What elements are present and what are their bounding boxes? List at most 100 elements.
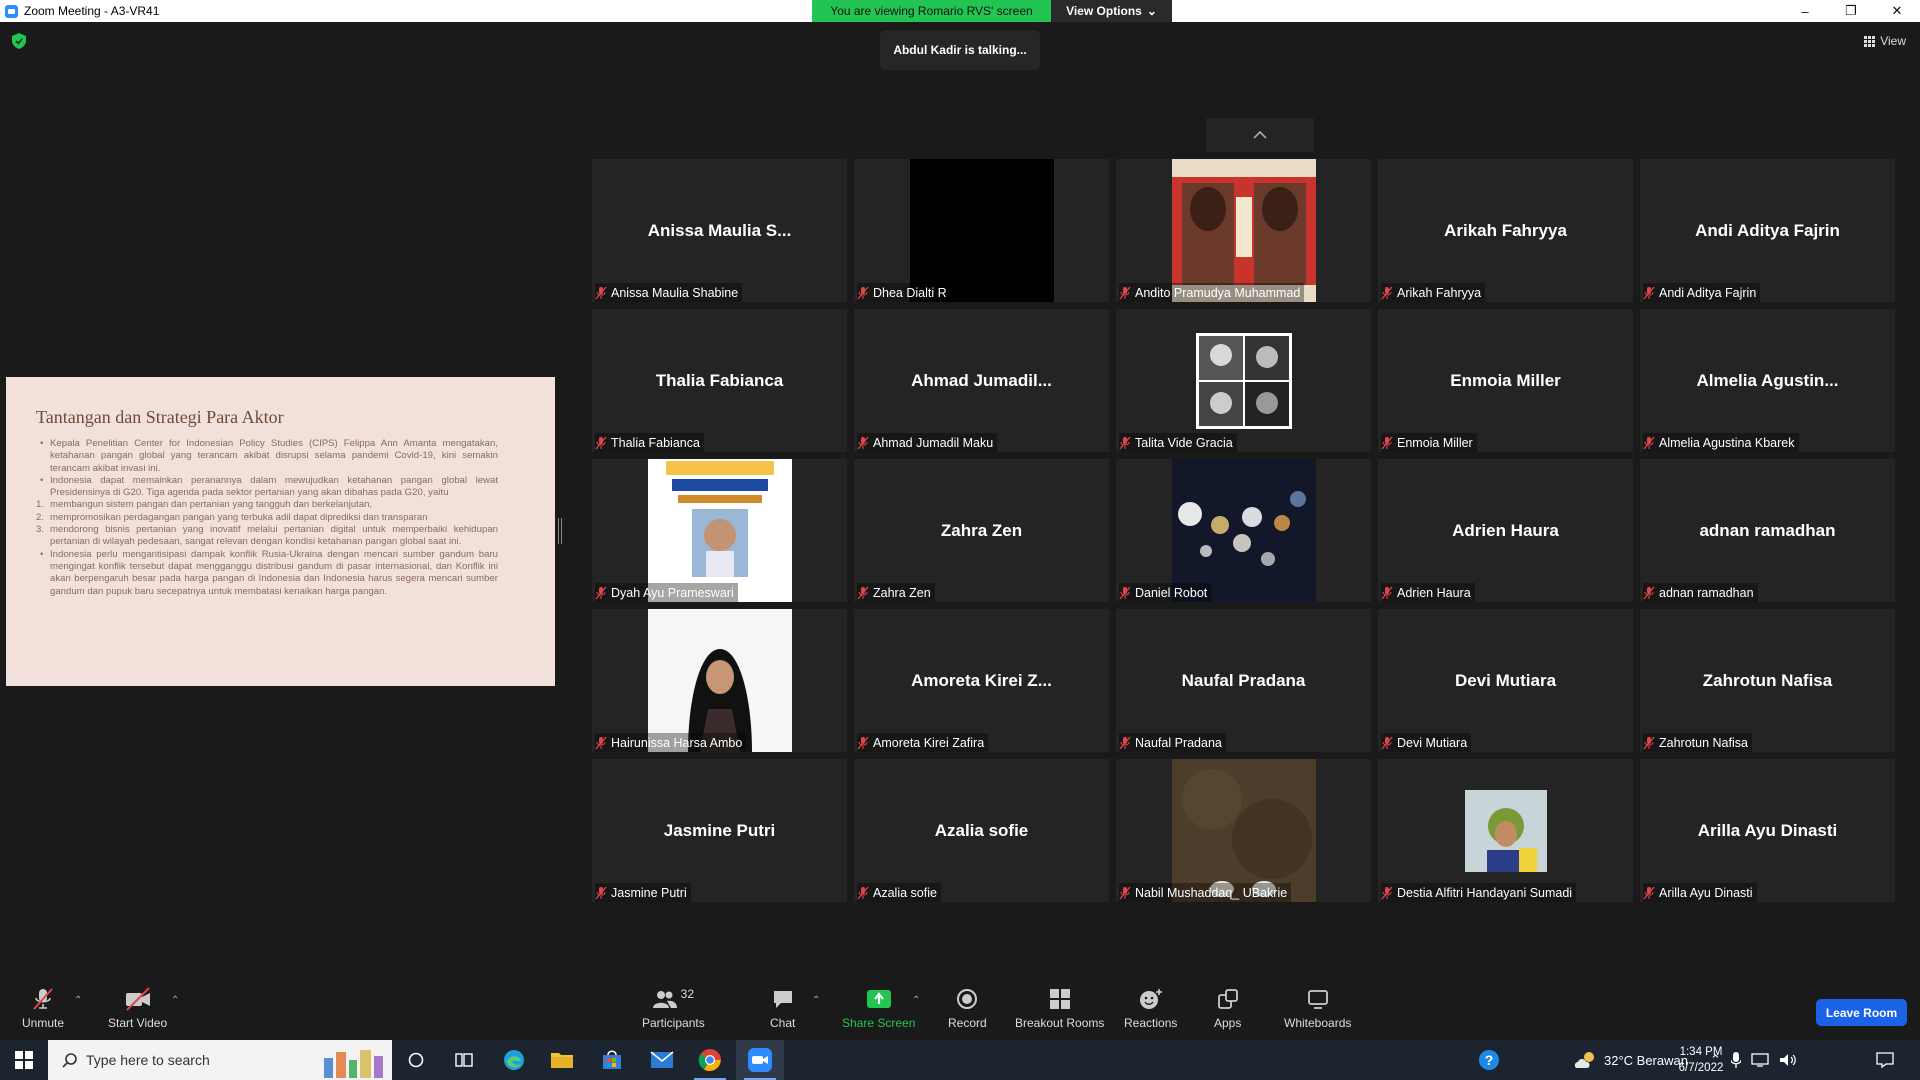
participant-video: [1171, 759, 1316, 902]
participant-name: Naufal Pradana: [1135, 735, 1222, 750]
reactions-button[interactable]: Reactions: [1124, 987, 1177, 1030]
whiteboards-button[interactable]: Whiteboards: [1284, 987, 1351, 1030]
split-divider-handle[interactable]: [558, 518, 562, 544]
chrome-taskbar-button[interactable]: [686, 1040, 734, 1080]
participant-tile[interactable]: Enmoia Miller Enmoia Miller: [1378, 309, 1633, 452]
close-button[interactable]: ✕: [1874, 0, 1920, 22]
unmute-button[interactable]: Unmute: [22, 987, 64, 1030]
task-view-button[interactable]: [440, 1040, 488, 1080]
windows-taskbar: Type here to search ? 32°C Berawan ⌃ 1:3…: [0, 1040, 1920, 1080]
participant-tile[interactable]: Arikah Fahryya Arikah Fahryya: [1378, 159, 1633, 302]
participant-tile[interactable]: Andito Pramudya Muhammad: [1116, 159, 1371, 302]
participant-tile[interactable]: Zahra Zen Zahra Zen: [854, 459, 1109, 602]
participant-display-name: Jasmine Putri: [663, 820, 776, 840]
network-icon[interactable]: [1751, 1053, 1769, 1067]
minimize-button[interactable]: –: [1782, 0, 1828, 22]
video-options-caret[interactable]: ⌃: [171, 995, 179, 1006]
collapse-gallery-button[interactable]: [1206, 118, 1314, 152]
participant-tile[interactable]: adnan ramadhan adnan ramadhan: [1640, 459, 1895, 602]
participant-tile[interactable]: Andi Aditya Fajrin Andi Aditya Fajrin: [1640, 159, 1895, 302]
participant-tile[interactable]: Jasmine Putri Jasmine Putri: [592, 759, 847, 902]
participant-tile[interactable]: Adrien Haura Adrien Haura: [1378, 459, 1633, 602]
leave-room-button[interactable]: Leave Room: [1816, 999, 1907, 1026]
participant-tile[interactable]: Hairunissa Harsa Ambo: [592, 609, 847, 752]
participant-tile[interactable]: Azalia sofie Azalia sofie: [854, 759, 1109, 902]
participant-tile[interactable]: Devi Mutiara Devi Mutiara: [1378, 609, 1633, 752]
start-video-label: Start Video: [108, 1016, 168, 1030]
participant-name: Andito Pramudya Muhammad: [1135, 285, 1301, 300]
item-number: 3.: [36, 524, 45, 536]
participant-tile[interactable]: Dyah Ayu Prameswari: [592, 459, 847, 602]
participant-name-label: Hairunissa Harsa Ambo: [595, 733, 747, 752]
restore-button[interactable]: ❐: [1828, 0, 1874, 22]
participant-display-name: Andi Aditya Fajrin: [1695, 220, 1840, 240]
store-icon: [603, 1050, 621, 1069]
notifications-button[interactable]: [1876, 1040, 1894, 1080]
active-speaker-indicator: Abdul Kadir is talking...: [880, 30, 1040, 70]
participant-tile[interactable]: Ahmad Jumadil... Ahmad Jumadil Maku: [854, 309, 1109, 452]
participant-name: Thalia Fabianca: [611, 435, 700, 450]
mic-muted-icon: [857, 586, 869, 599]
participant-tile[interactable]: Arilla Ayu Dinasti Arilla Ayu Dinasti: [1640, 759, 1895, 902]
chat-options-caret[interactable]: ⌃: [812, 995, 820, 1006]
participant-tile[interactable]: Zahrotun Nafisa Zahrotun Nafisa: [1640, 609, 1895, 752]
participant-tile[interactable]: Destia Alfitri Handayani Sumadi: [1378, 759, 1633, 902]
participant-tile[interactable]: Anissa Maulia S... Anissa Maulia Shabine: [592, 159, 847, 302]
share-screen-label: Share Screen: [842, 1016, 916, 1030]
record-button[interactable]: Record: [948, 987, 987, 1030]
shared-screen: Tantangan dan Strategi Para Aktor Kepala…: [6, 377, 555, 686]
participant-name-label: Enmoia Miller: [1381, 433, 1477, 452]
file-explorer-taskbar-button[interactable]: [538, 1040, 586, 1080]
share-options-caret[interactable]: ⌃: [912, 995, 920, 1006]
participant-tile[interactable]: Naufal Pradana Naufal Pradana: [1116, 609, 1371, 752]
view-layout-button[interactable]: View: [1864, 34, 1906, 48]
participant-name: Azalia sofie: [873, 885, 937, 900]
participant-tile[interactable]: Talita Vide Gracia: [1116, 309, 1371, 452]
mic-muted-icon: [1381, 436, 1393, 449]
apps-icon: [1217, 989, 1238, 1009]
chat-button[interactable]: Chat: [770, 987, 795, 1030]
item-text: mendorong bisnis pertanian yang inovatif…: [50, 524, 498, 548]
participant-tile[interactable]: Thalia Fabianca Thalia Fabianca: [592, 309, 847, 452]
start-button[interactable]: [0, 1040, 48, 1080]
volume-icon[interactable]: [1779, 1053, 1797, 1067]
mail-taskbar-button[interactable]: [638, 1040, 686, 1080]
participant-name-label: Almelia Agustina Kbarek: [1643, 433, 1799, 452]
zoom-taskbar-button[interactable]: [736, 1040, 784, 1080]
apps-button[interactable]: Apps: [1214, 987, 1241, 1030]
zoom-icon: [748, 1048, 772, 1072]
cortana-button[interactable]: [392, 1040, 440, 1080]
participant-name: Adrien Haura: [1397, 585, 1471, 600]
mic-muted-icon: [595, 286, 607, 299]
participant-name: Enmoia Miller: [1397, 435, 1473, 450]
store-taskbar-button[interactable]: [588, 1040, 636, 1080]
breakout-rooms-button[interactable]: Breakout Rooms: [1015, 987, 1104, 1030]
participant-name-label: Dyah Ayu Prameswari: [595, 583, 738, 602]
mic-muted-icon: [1643, 286, 1655, 299]
edge-taskbar-button[interactable]: [490, 1040, 538, 1080]
help-tray-button[interactable]: ?: [1478, 1040, 1500, 1080]
mic-muted-icon: [857, 436, 869, 449]
participant-tile[interactable]: Amoreta Kirei Z... Amoreta Kirei Zafira: [854, 609, 1109, 752]
participant-tile[interactable]: Dhea Dialti R: [854, 159, 1109, 302]
participant-display-name: adnan ramadhan: [1699, 520, 1836, 540]
participant-display-name: Naufal Pradana: [1181, 670, 1306, 690]
audio-options-caret[interactable]: ⌃: [74, 995, 82, 1006]
participants-button[interactable]: 32 Participants: [642, 987, 705, 1030]
taskbar-search-box[interactable]: Type here to search: [48, 1040, 392, 1080]
security-shield-icon[interactable]: [12, 33, 26, 49]
mic-muted-icon: [1381, 736, 1393, 749]
participant-name-label: Adrien Haura: [1381, 583, 1475, 602]
start-video-button[interactable]: Start Video: [108, 987, 167, 1030]
participant-tile[interactable]: Daniel Robot: [1116, 459, 1371, 602]
participant-name-label: Amoreta Kirei Zafira: [857, 733, 989, 752]
participant-tile[interactable]: Almelia Agustin... Almelia Agustina Kbare…: [1640, 309, 1895, 452]
participant-name-label: Andito Pramudya Muhammad: [1119, 283, 1305, 302]
view-options-button[interactable]: View Options ⌄: [1051, 0, 1172, 22]
participant-display-name: Anissa Maulia S...: [647, 220, 792, 240]
share-screen-button[interactable]: Share Screen: [842, 987, 915, 1030]
zoom-app-icon: [5, 4, 18, 18]
clock-time: 1:34 PM: [1679, 1046, 1723, 1058]
taskbar-clock[interactable]: 1:34 PM 6/7/2022: [1665, 1044, 1737, 1076]
participant-tile[interactable]: Nabil Mushaddaq_ UBakrie: [1116, 759, 1371, 902]
